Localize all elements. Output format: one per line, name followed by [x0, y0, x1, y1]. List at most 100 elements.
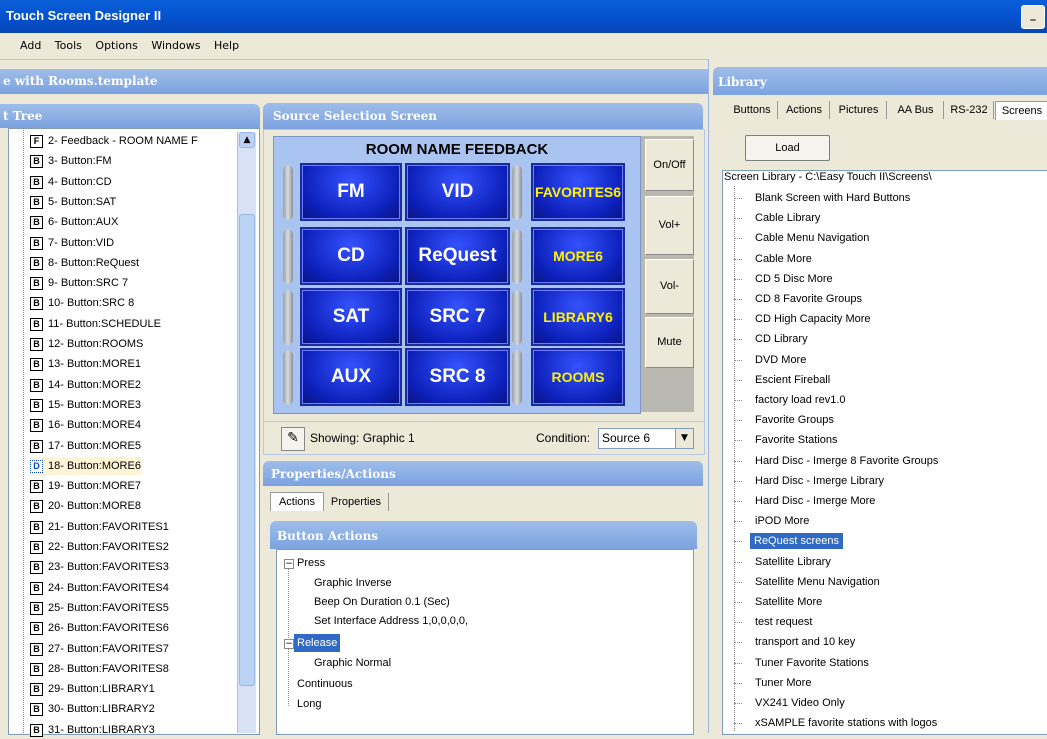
- screen-button-cd[interactable]: CD: [300, 227, 402, 285]
- menu-windows[interactable]: Windows: [151, 33, 200, 59]
- library-item[interactable]: Favorite Groups: [755, 412, 834, 428]
- condition-select[interactable]: Source 6 ▼: [598, 428, 694, 449]
- library-item[interactable]: CD 5 Disc More: [755, 271, 833, 287]
- library-item[interactable]: factory load rev1.0: [755, 392, 846, 408]
- screen-button-fm[interactable]: FM: [300, 163, 402, 221]
- tree-item[interactable]: B 15- Button:MORE3: [30, 396, 141, 414]
- library-item[interactable]: iPOD More: [755, 513, 809, 529]
- screen-button-src8[interactable]: SRC 8: [405, 348, 510, 406]
- tree-item[interactable]: B 19- Button:MORE7: [30, 477, 141, 495]
- tree-item[interactable]: B 4- Button:CD: [30, 173, 112, 191]
- library-item[interactable]: xSAMPLE favorite stations with logos: [755, 715, 937, 731]
- library-item[interactable]: VX241 Video Only: [755, 695, 845, 711]
- pen-icon[interactable]: ✎: [281, 427, 305, 451]
- tree-item[interactable]: B 26- Button:FAVORITES6: [30, 619, 169, 637]
- library-item[interactable]: Blank Screen with Hard Buttons: [755, 190, 910, 206]
- library-item[interactable]: Tuner Favorite Stations: [755, 655, 869, 671]
- action-item[interactable]: Long: [297, 695, 321, 713]
- collapse-icon[interactable]: −: [284, 559, 294, 569]
- screen-button-request[interactable]: ReQuest: [405, 227, 510, 285]
- library-item[interactable]: Cable More: [755, 251, 812, 267]
- on-off-button[interactable]: On/Off: [645, 139, 694, 191]
- tree-item[interactable]: F 2- Feedback - ROOM NAME F: [30, 132, 198, 150]
- tree-item[interactable]: B 12- Button:ROOMS: [30, 335, 143, 353]
- library-tab-screens[interactable]: Screens: [995, 101, 1047, 120]
- tree-item[interactable]: B 10- Button:SRC 8: [30, 294, 134, 312]
- tree-item[interactable]: B 30- Button:LIBRARY2: [30, 700, 155, 718]
- screen-button-sat[interactable]: SAT: [300, 288, 402, 346]
- menu-help[interactable]: Help: [214, 33, 239, 59]
- scroll-thumb[interactable]: [239, 214, 255, 686]
- library-tab-aabus[interactable]: AA Bus: [888, 101, 944, 119]
- library-tab-actions[interactable]: Actions: [779, 101, 830, 119]
- action-press[interactable]: Press: [297, 554, 325, 572]
- tree-item[interactable]: B 16- Button:MORE4: [30, 416, 141, 434]
- tree-item[interactable]: B 7- Button:VID: [30, 234, 114, 252]
- screen-button-aux[interactable]: AUX: [300, 348, 402, 406]
- tree-item[interactable]: B 9- Button:SRC 7: [30, 274, 128, 292]
- library-item[interactable]: transport and 10 key: [755, 634, 855, 650]
- library-item[interactable]: CD Library: [755, 331, 808, 347]
- library-item[interactable]: Escient Fireball: [755, 372, 830, 388]
- library-item[interactable]: Hard Disc - Imerge 8 Favorite Groups: [755, 453, 938, 469]
- library-tab-buttons[interactable]: Buttons: [727, 101, 778, 119]
- library-item[interactable]: Cable Library: [755, 210, 820, 226]
- tree-item[interactable]: B 25- Button:FAVORITES5: [30, 599, 169, 617]
- menu-options[interactable]: Options: [95, 33, 137, 59]
- screen-button-favorites6[interactable]: FAVORITES6: [531, 163, 625, 221]
- tree-item[interactable]: B 31- Button:LIBRARY3: [30, 721, 155, 739]
- tree-item[interactable]: B 24- Button:FAVORITES4: [30, 579, 169, 597]
- screen-button-vid[interactable]: VID: [405, 163, 510, 221]
- library-item[interactable]: Tuner More: [755, 675, 811, 691]
- library-item[interactable]: DVD More: [755, 352, 806, 368]
- vol-up-button[interactable]: Vol+: [645, 196, 694, 255]
- tree-item[interactable]: B 3- Button:FM: [30, 152, 112, 170]
- tree-item[interactable]: D 18- Button:MORE6: [30, 457, 141, 475]
- tree-item[interactable]: B 28- Button:FAVORITES8: [30, 660, 169, 678]
- minimize-button[interactable]: _: [1021, 5, 1045, 29]
- action-release[interactable]: Release: [294, 634, 341, 652]
- screen-button-src7[interactable]: SRC 7: [405, 288, 510, 346]
- action-item[interactable]: Graphic Inverse: [314, 574, 392, 592]
- screen-button-rooms[interactable]: ROOMS: [531, 348, 625, 406]
- tree-item[interactable]: B 27- Button:FAVORITES7: [30, 640, 169, 658]
- menu-tools[interactable]: Tools: [55, 33, 82, 59]
- action-item[interactable]: Graphic Normal: [314, 654, 391, 672]
- tree-item[interactable]: B 29- Button:LIBRARY1: [30, 680, 155, 698]
- collapse-icon[interactable]: −: [284, 639, 294, 649]
- library-item[interactable]: ReQuest screens: [750, 533, 843, 549]
- tab-properties[interactable]: Properties: [324, 493, 389, 511]
- library-item[interactable]: Satellite More: [755, 594, 822, 610]
- library-item[interactable]: Favorite Stations: [755, 432, 838, 448]
- action-item[interactable]: Beep On Duration 0.1 (Sec): [314, 593, 450, 611]
- action-item[interactable]: Set Interface Address 1,0,0,0,0,: [314, 612, 468, 630]
- screen-button-more6[interactable]: MORE6: [531, 227, 625, 285]
- tree-item[interactable]: B 17- Button:MORE5: [30, 437, 141, 455]
- library-tab-pictures[interactable]: Pictures: [831, 101, 887, 119]
- tree-item[interactable]: B 5- Button:SAT: [30, 193, 116, 211]
- library-item[interactable]: Hard Disc - Imerge Library: [755, 473, 884, 489]
- library-item[interactable]: Hard Disc - Imerge More: [755, 493, 875, 509]
- vol-down-button[interactable]: Vol-: [645, 259, 694, 314]
- library-item[interactable]: Satellite Library: [755, 554, 831, 570]
- library-item[interactable]: CD High Capacity More: [755, 311, 871, 327]
- scroll-up-icon[interactable]: ▲: [239, 132, 255, 148]
- load-button[interactable]: Load: [745, 135, 830, 161]
- menu-add[interactable]: Add: [20, 33, 41, 59]
- tree-item[interactable]: B 20- Button:MORE8: [30, 497, 141, 515]
- tree-item[interactable]: B 8- Button:ReQuest: [30, 254, 139, 272]
- tree-item[interactable]: B 22- Button:FAVORITES2: [30, 538, 169, 556]
- library-item[interactable]: Cable Menu Navigation: [755, 230, 869, 246]
- screen-button-library6[interactable]: LIBRARY6: [531, 288, 625, 346]
- tree-scrollbar[interactable]: ▲: [237, 132, 256, 733]
- tree-item[interactable]: B 11- Button:SCHEDULE: [30, 315, 161, 333]
- tab-actions[interactable]: Actions: [270, 492, 324, 511]
- action-item[interactable]: Continuous: [297, 675, 353, 693]
- tree-item[interactable]: B 21- Button:FAVORITES1: [30, 518, 169, 536]
- mute-button[interactable]: Mute: [645, 317, 694, 368]
- tree-item[interactable]: B 6- Button:AUX: [30, 213, 118, 231]
- library-item[interactable]: CD 8 Favorite Groups: [755, 291, 862, 307]
- chevron-down-icon[interactable]: ▼: [675, 429, 693, 448]
- tree-item[interactable]: B 13- Button:MORE1: [30, 355, 141, 373]
- library-item[interactable]: test request: [755, 614, 812, 630]
